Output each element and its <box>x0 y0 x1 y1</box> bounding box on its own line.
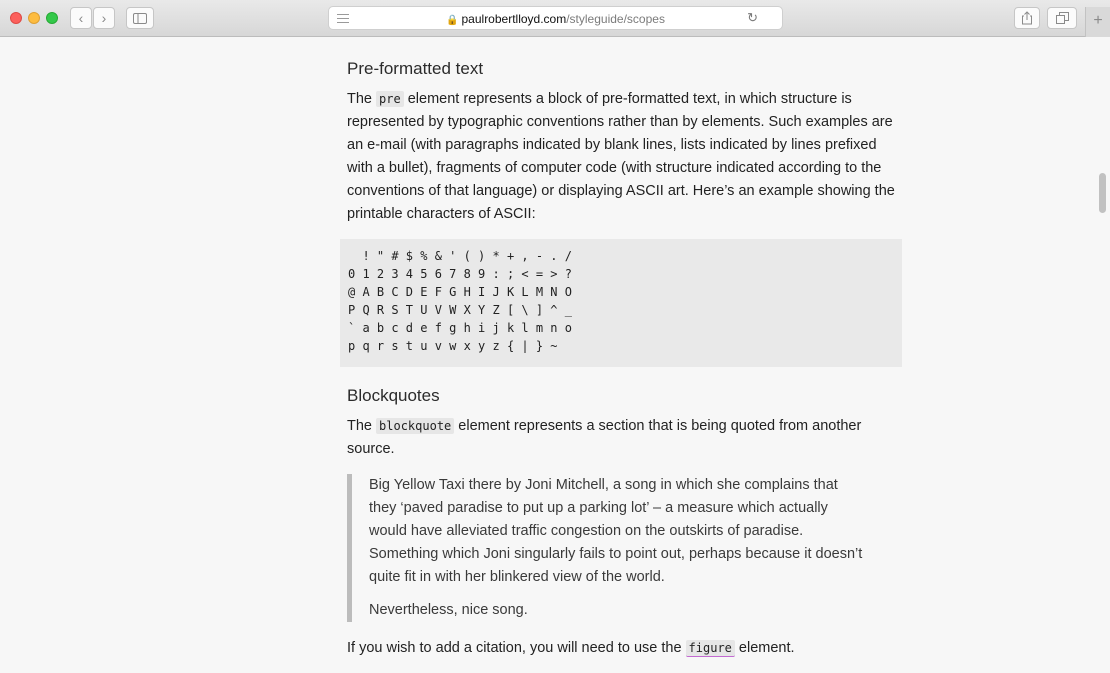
ascii-code-block: ! " # $ % & ' ( ) * + , - . / 0 1 2 3 4 … <box>340 239 902 367</box>
url-domain: paulrobertlloyd.com <box>461 12 567 26</box>
blockquote-paragraph: Nevertheless, nice song. <box>369 602 528 618</box>
reload-icon[interactable]: ↻ <box>747 10 758 26</box>
text-fragment: element represents a block of pre-format… <box>347 91 895 222</box>
inline-code-blockquote: blockquote <box>376 418 455 434</box>
url-path: /styleguide/scopes <box>566 12 665 26</box>
zoom-window-button[interactable] <box>46 12 58 24</box>
scrollbar[interactable] <box>1095 37 1110 673</box>
sidebar-icon <box>133 13 147 24</box>
chevron-right-icon: › <box>101 10 107 26</box>
tab-overview-button[interactable] <box>1047 7 1077 29</box>
text-fragment: The <box>347 418 377 434</box>
sidebar-toggle-button[interactable] <box>126 7 154 29</box>
figure-element-link[interactable]: figure <box>685 640 735 657</box>
citation-note: If you wish to add a citation, you will … <box>347 637 902 660</box>
scrollbar-thumb[interactable] <box>1099 173 1106 213</box>
browser-toolbar: ‹ › 🔒 paulrobertlloyd.com/styleguide/scop… <box>0 0 1110 37</box>
text-fragment: If you wish to add a citation, you will … <box>347 640 686 656</box>
inline-code-pre: pre <box>376 91 404 107</box>
page-content: Pre-formatted text The pre element repre… <box>340 58 902 660</box>
new-tab-button[interactable]: + <box>1085 7 1110 37</box>
close-window-button[interactable] <box>10 12 22 24</box>
forward-button[interactable]: › <box>93 7 115 29</box>
lock-icon: 🔒 <box>446 15 459 26</box>
minimize-window-button[interactable] <box>28 12 40 24</box>
blockquotes-intro: The blockquote element represents a sect… <box>347 415 902 461</box>
text-fragment: element. <box>734 640 795 656</box>
chevron-left-icon: ‹ <box>78 10 84 26</box>
plus-icon: + <box>1093 12 1103 29</box>
share-icon <box>1022 11 1032 25</box>
text-fragment: The <box>347 91 377 107</box>
url-text: 🔒 paulrobertlloyd.com/styleguide/scopes <box>329 12 782 26</box>
address-bar[interactable]: 🔒 paulrobertlloyd.com/styleguide/scopes ↻ <box>328 6 783 30</box>
blockquote: Big Yellow Taxi there by Joni Mitchell, … <box>347 474 869 622</box>
tabs-icon <box>1055 12 1069 24</box>
share-button[interactable] <box>1014 7 1040 29</box>
preformatted-intro: The pre element represents a block of pr… <box>347 88 902 226</box>
preformatted-heading: Pre-formatted text <box>347 59 484 78</box>
blockquotes-heading: Blockquotes <box>347 386 440 405</box>
blockquote-paragraph: Big Yellow Taxi there by Joni Mitchell, … <box>369 477 863 585</box>
back-button[interactable]: ‹ <box>70 7 92 29</box>
